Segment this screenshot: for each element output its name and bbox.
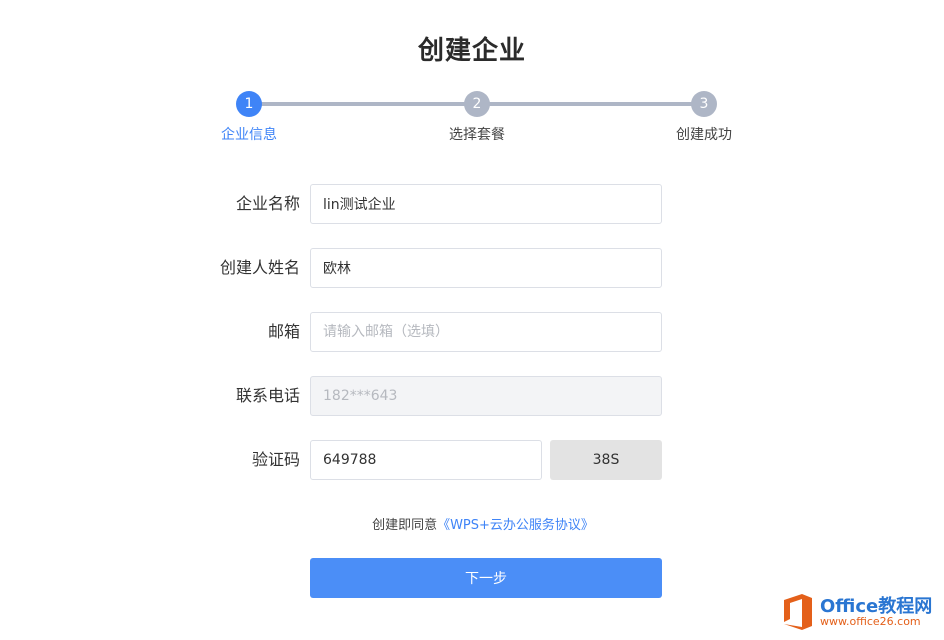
service-agreement-link[interactable]: 《WPS+云办公服务协议》 xyxy=(437,518,594,533)
phone-input xyxy=(310,376,662,416)
watermark-url: www.office26.com xyxy=(820,615,921,628)
step-3-label: 创建成功 xyxy=(676,127,732,143)
creator-name-label: 创建人姓名 xyxy=(219,258,300,277)
step-3-indicator: 3 xyxy=(691,91,717,117)
step-2-label: 选择套餐 xyxy=(449,127,505,143)
creator-name-input[interactable] xyxy=(310,248,662,288)
step-1-label: 企业信息 xyxy=(221,127,277,143)
page-title: 创建企业 xyxy=(417,36,526,66)
company-name-label: 企业名称 xyxy=(235,194,300,213)
next-step-button[interactable]: 下一步 xyxy=(310,558,662,598)
agreement-text: 创建即同意《WPS+云办公服务协议》 xyxy=(0,514,944,533)
phone-label: 联系电话 xyxy=(235,386,300,405)
verification-code-label: 验证码 xyxy=(251,450,300,469)
agreement-prefix: 创建即同意 xyxy=(372,518,438,533)
step-2-indicator: 2 xyxy=(464,91,490,117)
watermark: Office教程网 www.office26.com xyxy=(778,590,944,636)
step-1-indicator: 1 xyxy=(236,91,262,117)
email-label: 邮箱 xyxy=(267,322,300,341)
office-logo-icon xyxy=(784,594,812,630)
company-name-input[interactable] xyxy=(310,184,662,224)
email-input[interactable] xyxy=(310,312,662,352)
resend-code-countdown-button[interactable]: 38S xyxy=(550,440,662,480)
create-company-page: 创建企业 1 2 3 企业信息 选择套餐 创建成功 企业名称 创建人姓名 邮箱 … xyxy=(0,0,944,640)
verification-code-input[interactable] xyxy=(310,440,542,480)
